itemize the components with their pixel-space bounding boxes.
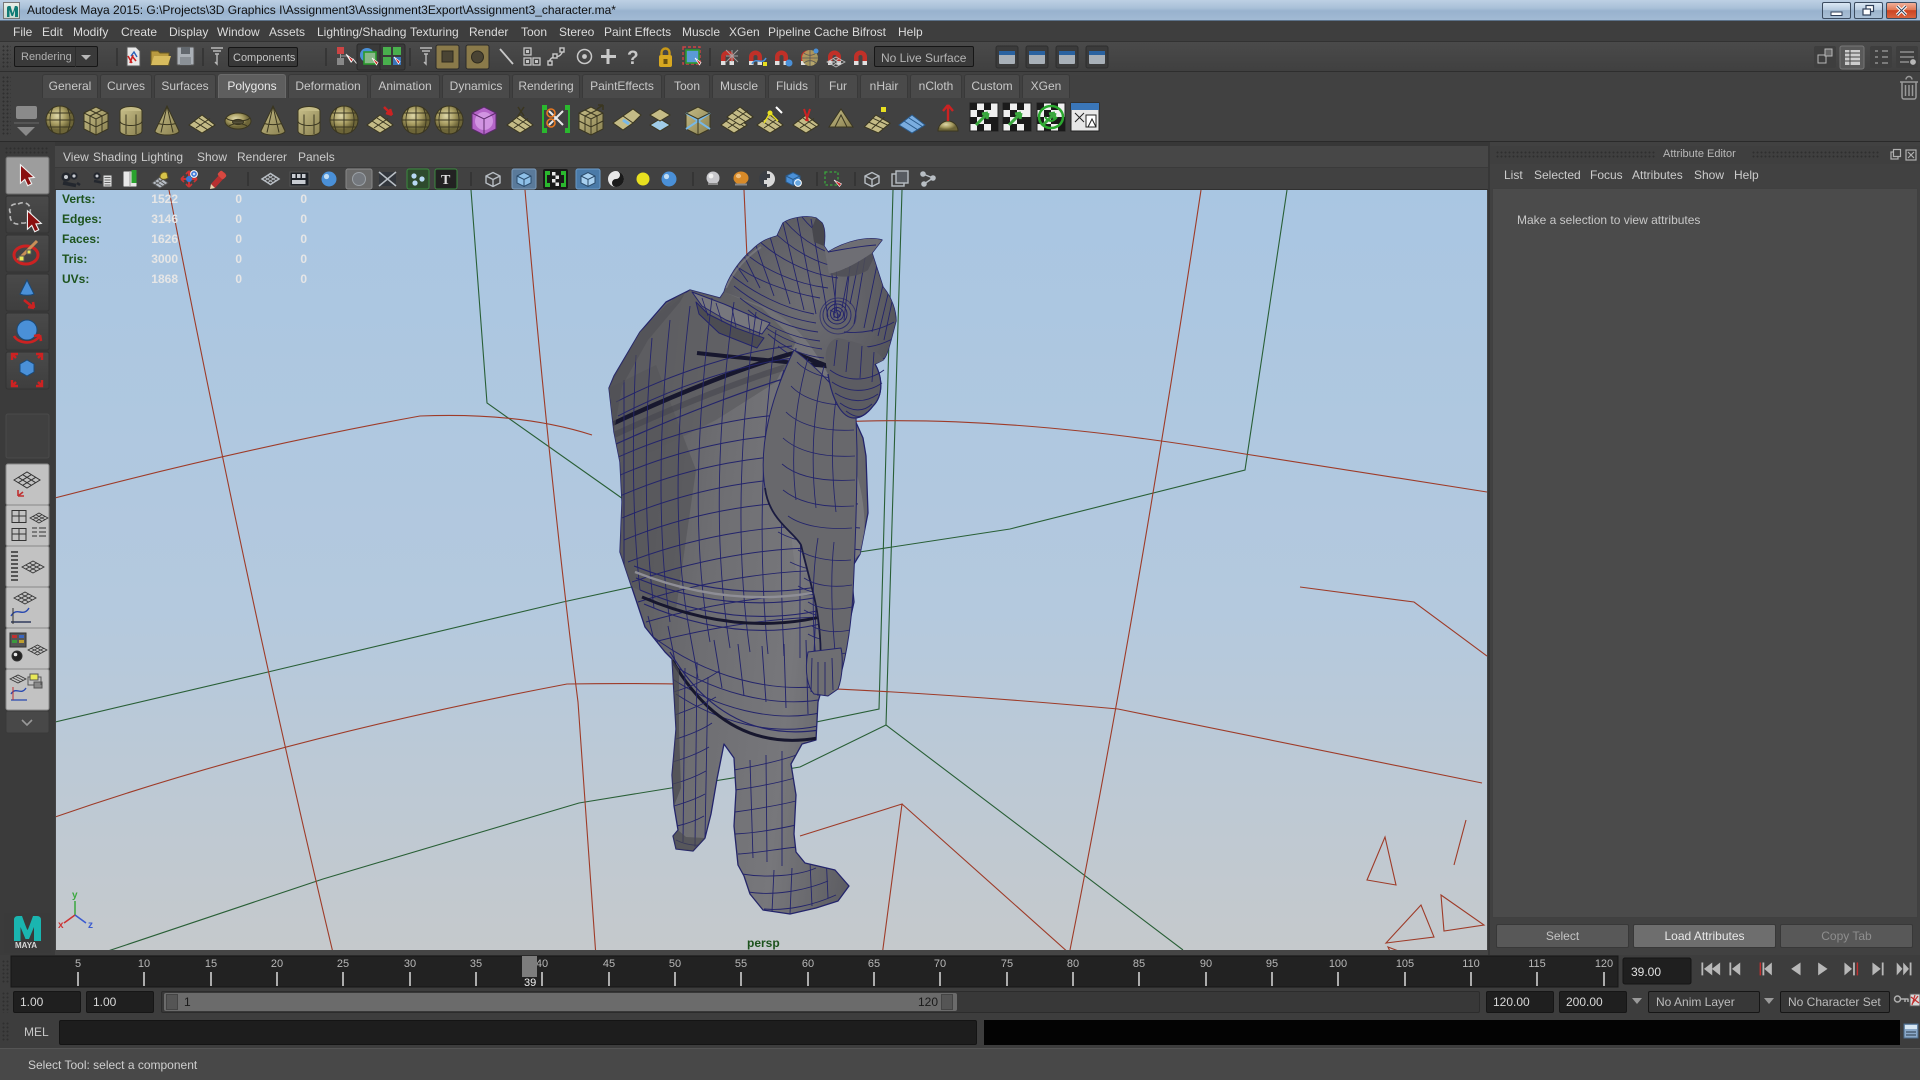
svg-text:persp: persp <box>747 936 780 950</box>
svg-text:35: 35 <box>470 958 482 970</box>
svg-text:0: 0 <box>300 192 307 206</box>
svg-text:40: 40 <box>536 958 548 970</box>
svg-text:3146: 3146 <box>151 212 178 226</box>
svg-text:T: T <box>441 173 451 188</box>
svg-text:75: 75 <box>1001 958 1013 970</box>
svg-text:y: y <box>72 890 78 901</box>
svg-text:1626: 1626 <box>151 232 178 246</box>
svg-text:?: ? <box>627 48 639 69</box>
svg-text:45: 45 <box>603 958 615 970</box>
svg-text:x: x <box>58 920 64 931</box>
svg-text:105: 105 <box>1396 958 1414 970</box>
svg-text:30: 30 <box>404 958 416 970</box>
svg-text:5: 5 <box>75 958 81 970</box>
svg-text:55: 55 <box>735 958 747 970</box>
svg-text:1868: 1868 <box>151 272 178 286</box>
svg-text:0: 0 <box>300 252 307 266</box>
svg-text:0: 0 <box>300 212 307 226</box>
svg-text:110: 110 <box>1462 958 1480 970</box>
svg-text:3000: 3000 <box>151 252 178 266</box>
svg-text:95: 95 <box>1266 958 1278 970</box>
svg-text:25: 25 <box>337 958 349 970</box>
svg-text:100: 100 <box>1329 958 1347 970</box>
svg-text:0: 0 <box>300 232 307 246</box>
svg-text:50: 50 <box>669 958 681 970</box>
svg-text:10: 10 <box>138 958 150 970</box>
svg-text:Faces:: Faces: <box>62 232 100 246</box>
svg-text:60: 60 <box>802 958 814 970</box>
svg-text:Tris:: Tris: <box>62 252 87 266</box>
svg-text:65: 65 <box>868 958 880 970</box>
svg-text:0: 0 <box>300 272 307 286</box>
svg-text:20: 20 <box>271 958 283 970</box>
svg-text:39.00: 39.00 <box>1631 965 1661 979</box>
svg-text:MAYA: MAYA <box>15 941 37 950</box>
svg-text:120: 120 <box>1595 958 1613 970</box>
svg-text:Edges:: Edges: <box>62 212 102 226</box>
svg-text:80: 80 <box>1067 958 1079 970</box>
svg-text:0: 0 <box>235 232 242 246</box>
svg-text:UVs:: UVs: <box>62 272 89 286</box>
svg-text:0: 0 <box>235 192 242 206</box>
svg-text:39: 39 <box>524 977 536 988</box>
svg-text:15: 15 <box>205 958 217 970</box>
svg-text:0: 0 <box>235 272 242 286</box>
svg-text:70: 70 <box>934 958 946 970</box>
svg-text:z: z <box>88 920 93 931</box>
svg-text:0: 0 <box>235 252 242 266</box>
svg-text:90: 90 <box>1200 958 1212 970</box>
svg-text:1522: 1522 <box>151 192 178 206</box>
svg-text:Verts:: Verts: <box>62 192 95 206</box>
svg-text:115: 115 <box>1528 958 1546 970</box>
svg-text:85: 85 <box>1133 958 1145 970</box>
svg-text:0: 0 <box>235 212 242 226</box>
